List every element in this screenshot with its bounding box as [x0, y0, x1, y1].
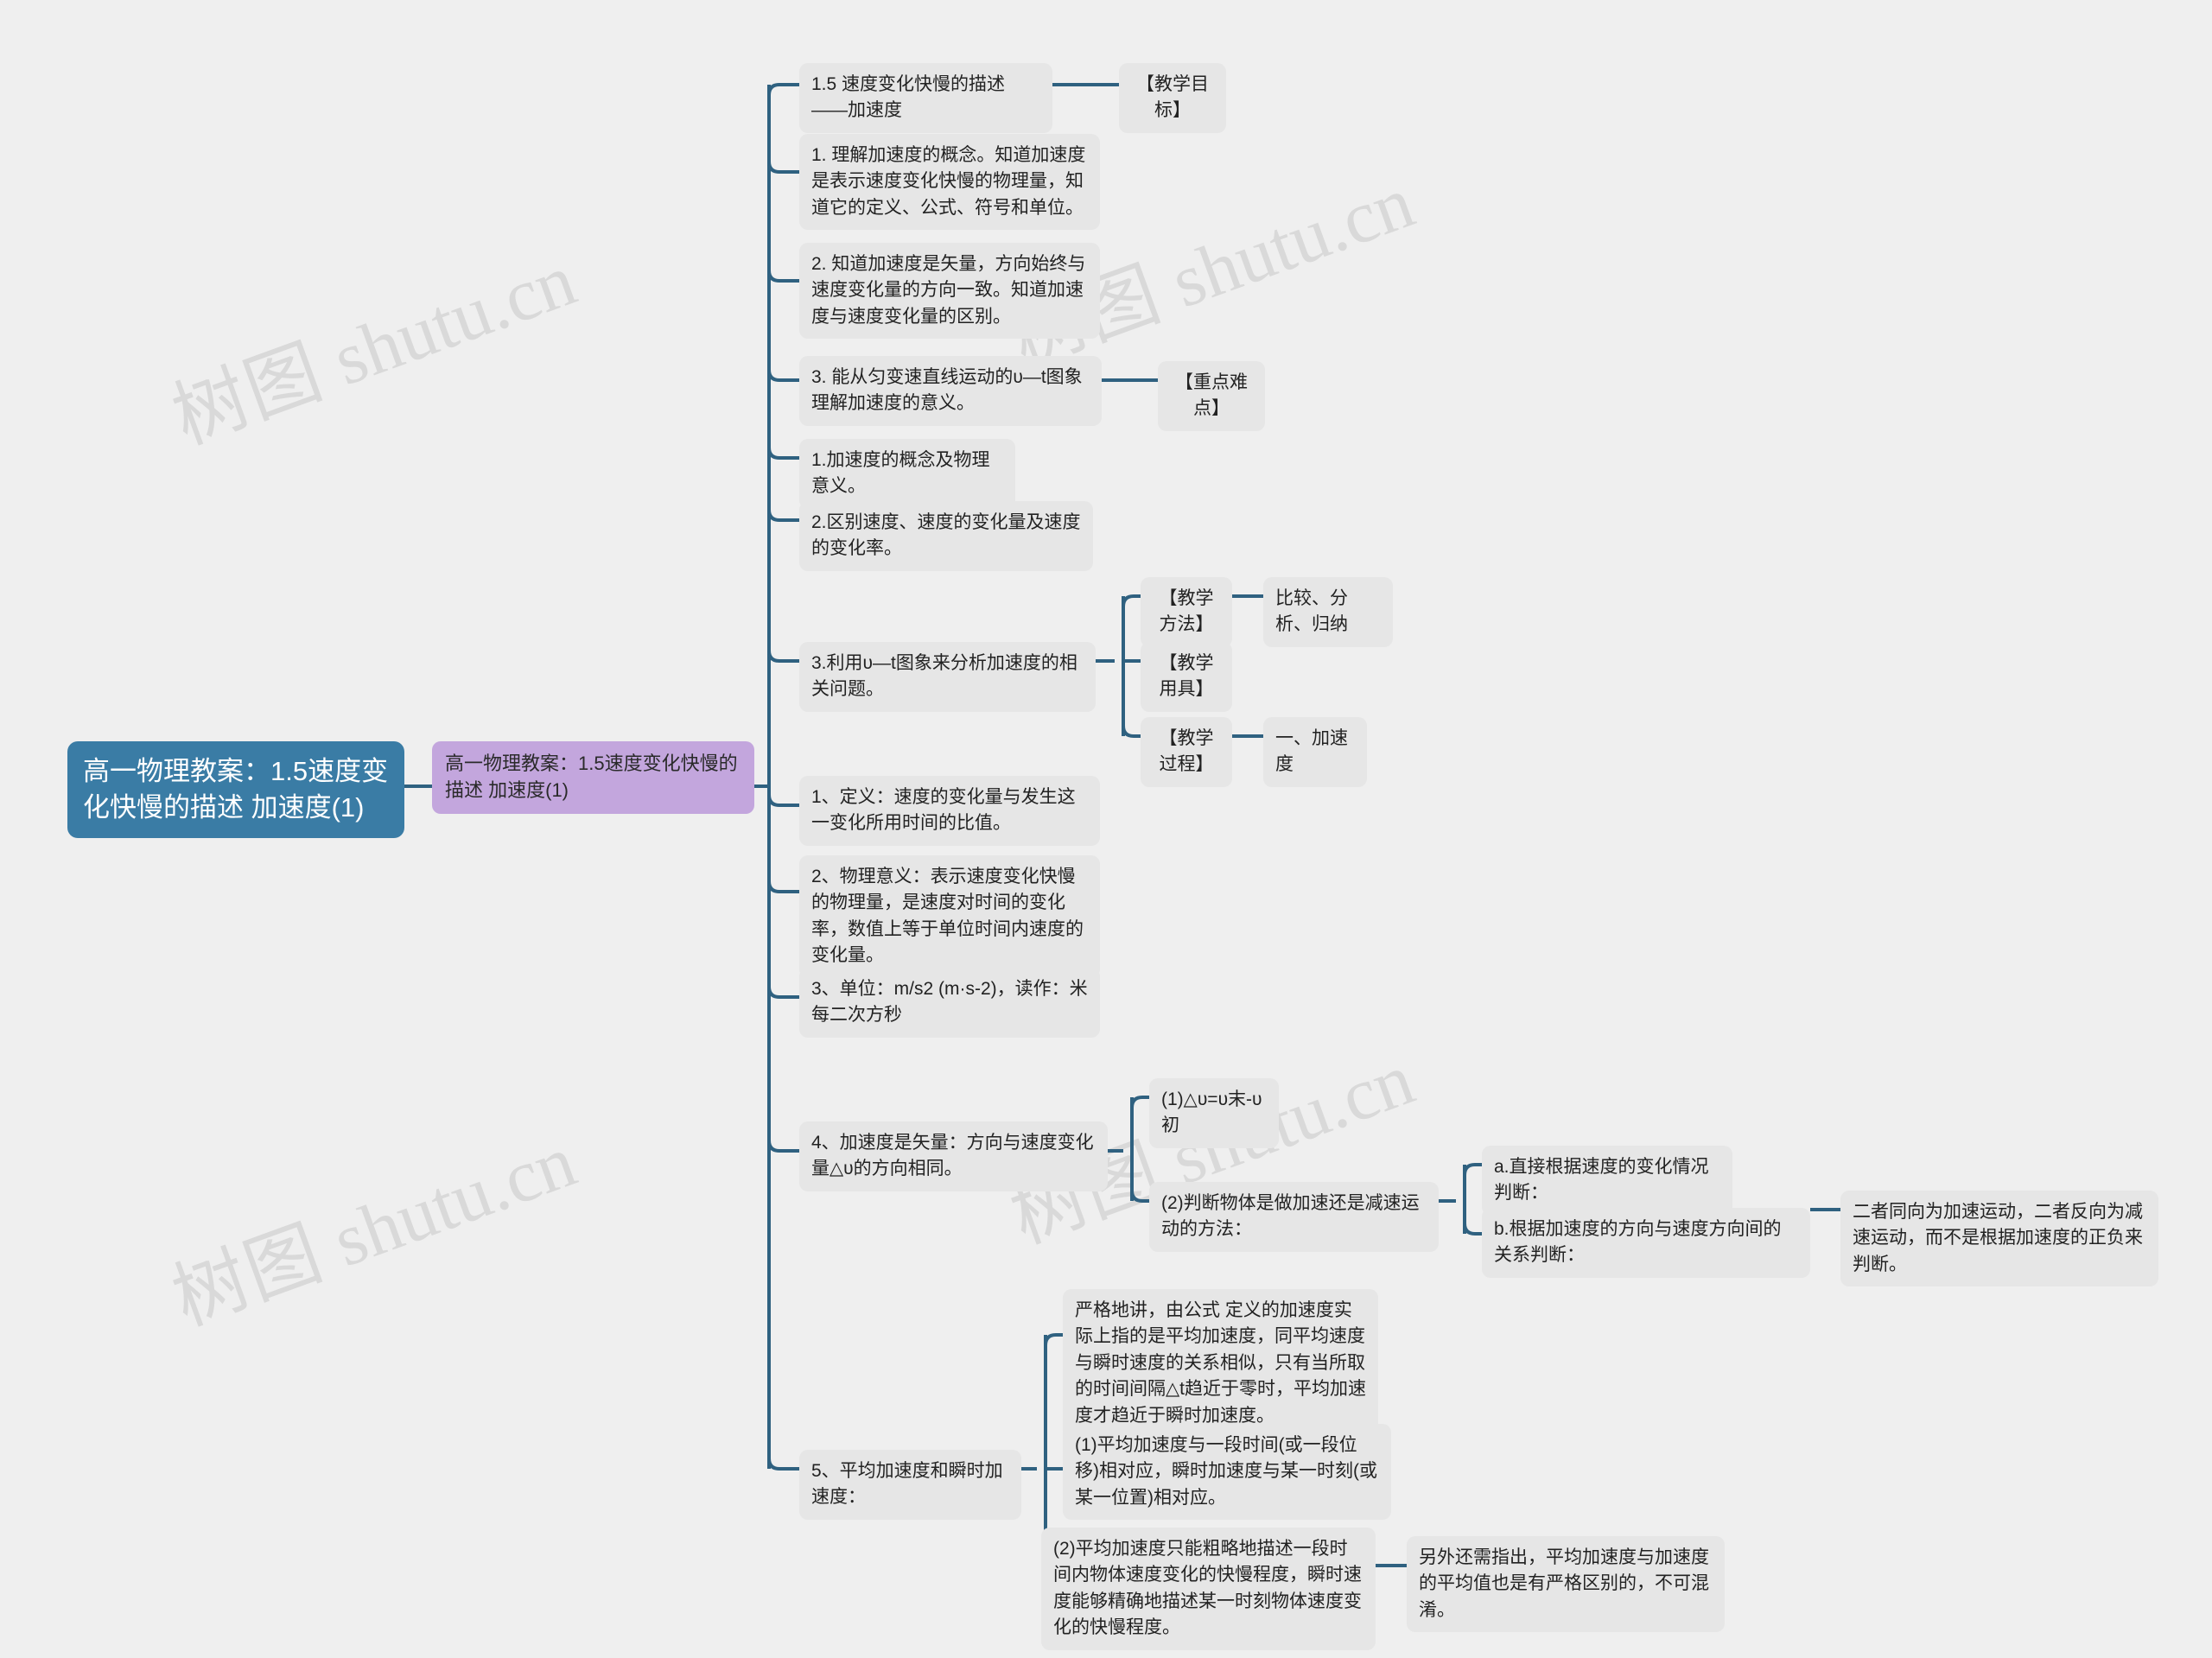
- node-vector-method-b-detail[interactable]: 二者同向为加速运动，二者反向为减速运动，而不是根据加速度的正负来判断。: [1840, 1191, 2158, 1287]
- node-average-2[interactable]: (2)平均加速度只能粗略地描述一段时间内物体速度变化的快慢程度，瞬时速度能够精确…: [1041, 1528, 1376, 1650]
- node-average-1[interactable]: (1)平均加速度与一段时间(或一段位移)相对应，瞬时加速度与某一时刻(或某一位置…: [1063, 1424, 1391, 1521]
- node-average-2-detail[interactable]: 另外还需指出，平均加速度与加速度的平均值也是有严格区别的，不可混淆。: [1407, 1536, 1725, 1633]
- node-average-note[interactable]: 严格地讲，由公式 定义的加速度实际上指的是平均加速度，同平均速度与瞬时速度的关系…: [1063, 1289, 1378, 1439]
- watermark: 树图 shutu.cn: [162, 1119, 586, 1343]
- node-definition-5[interactable]: 5、平均加速度和瞬时加速度：: [799, 1450, 1021, 1520]
- node-definition-1[interactable]: 1、定义：速度的变化量与发生这一变化所用时间的比值。: [799, 776, 1100, 846]
- node-definition-3[interactable]: 3、单位：m/s2 (m·s-2)，读作：米每二次方秒: [799, 968, 1100, 1038]
- node-keypoint-tag[interactable]: 【重点难点】: [1158, 361, 1265, 431]
- node-method-tag[interactable]: 【教学方法】: [1141, 577, 1232, 647]
- branch-node[interactable]: 高一物理教案：1.5速度变化快慢的描述 加速度(1): [432, 741, 754, 814]
- node-goal-1[interactable]: 1. 理解加速度的概念。知道加速度是表示速度变化快慢的物理量，知道它的定义、公式…: [799, 134, 1100, 231]
- node-key-1[interactable]: 1.加速度的概念及物理意义。: [799, 439, 1015, 509]
- node-vector-method[interactable]: (2)判断物体是做加速还是减速运动的方法：: [1149, 1182, 1439, 1252]
- node-vector-formula[interactable]: (1)△υ=υ末-υ初: [1149, 1078, 1279, 1148]
- node-method-value[interactable]: 比较、分析、归纳: [1263, 577, 1393, 647]
- node-key-2[interactable]: 2.区别速度、速度的变化量及速度的变化率。: [799, 501, 1093, 571]
- node-tools-tag[interactable]: 【教学用具】: [1141, 642, 1232, 712]
- node-vector-method-b[interactable]: b.根据加速度的方向与速度方向间的关系判断：: [1482, 1208, 1810, 1278]
- node-key-3[interactable]: 3.利用υ—t图象来分析加速度的相关问题。: [799, 642, 1096, 712]
- node-definition-4[interactable]: 4、加速度是矢量：方向与速度变化量△υ的方向相同。: [799, 1121, 1108, 1191]
- mindmap-canvas: 树图 shutu.cn 树图 shutu.cn 树图 shutu.cn 树图 s…: [0, 0, 2212, 1658]
- node-goal-tag[interactable]: 【教学目标】: [1119, 63, 1226, 133]
- node-title[interactable]: 1.5 速度变化快慢的描述——加速度: [799, 63, 1052, 133]
- node-process-value[interactable]: 一、加速度: [1263, 717, 1367, 787]
- root-node[interactable]: 高一物理教案：1.5速度变化快慢的描述 加速度(1): [67, 741, 404, 839]
- node-definition-2[interactable]: 2、物理意义：表示速度变化快慢的物理量，是速度对时间的变化率，数值上等于单位时间…: [799, 855, 1100, 978]
- node-goal-2[interactable]: 2. 知道加速度是矢量，方向始终与速度变化量的方向一致。知道加速度与速度变化量的…: [799, 243, 1100, 340]
- node-process-tag[interactable]: 【教学过程】: [1141, 717, 1232, 787]
- watermark: 树图 shutu.cn: [162, 238, 586, 461]
- node-vector-method-a[interactable]: a.直接根据速度的变化情况判断：: [1482, 1146, 1732, 1216]
- node-goal-3[interactable]: 3. 能从匀变速直线运动的υ—t图象理解加速度的意义。: [799, 356, 1102, 426]
